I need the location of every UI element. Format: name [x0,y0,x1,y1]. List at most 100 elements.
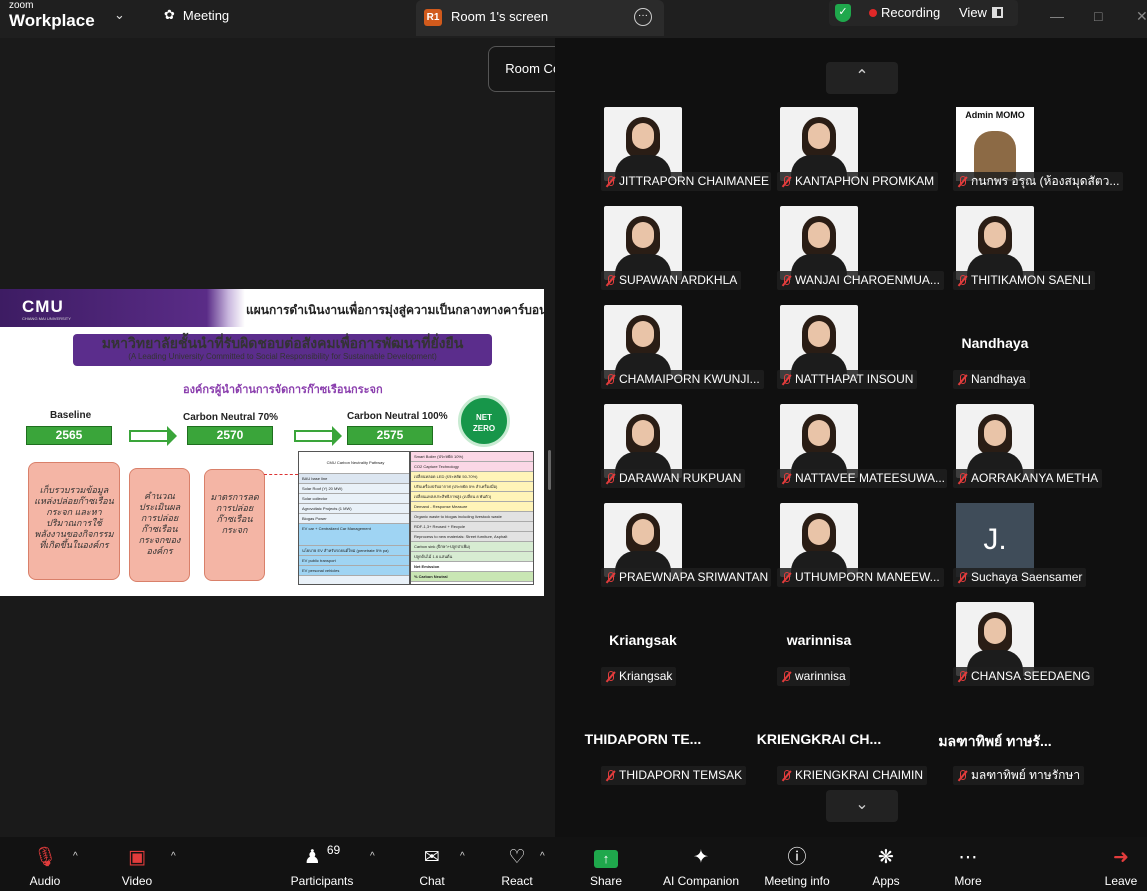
participant-name: AORRAKANYA METHA [971,471,1099,485]
participant-tile[interactable]: JITTRAPORN CHAIMANEE [556,105,771,201]
stage-year: 2570 [187,426,273,445]
react-button[interactable]: ♡ React [497,837,537,891]
participant-tile[interactable]: SUPAWAN ARDKHLA [556,204,742,300]
connector-line [264,474,298,475]
maximize-icon[interactable]: □ [1094,8,1102,24]
participant-tile[interactable]: KANTAPHON PROMKAM [732,105,939,201]
participant-tile[interactable]: warinnisa warinnisa [732,600,906,696]
participant-display-name: Kriangsak [609,632,677,648]
participant-video [956,206,1034,280]
split-resize-handle[interactable] [548,450,551,490]
name-tag: KRIENGKRAI CHAIMIN [777,766,928,785]
net-zero-line1: NET [476,413,492,422]
table-cell: Solar collector [299,494,409,504]
leave-button[interactable]: ➜ Leave [1101,837,1141,891]
microphone-muted-icon [957,373,967,386]
shield-icon[interactable]: ✓ [835,4,851,22]
head-shape [632,519,654,545]
participant-tile[interactable]: WANJAI CHAROENMUA... [732,204,944,300]
video-label: Video [121,874,153,888]
share-screen-icon: ↑ [585,837,627,869]
view-layout-icon[interactable] [992,7,1003,18]
microphone-muted-icon [605,472,615,485]
room-screen-tab[interactable]: R1 Room 1's screen ··· [416,0,664,36]
chevron-up-icon[interactable]: ^ [370,851,375,862]
participant-tile[interactable]: Admin MOMO กนกพร อรุณ (ห้องสมุดสัตว... [908,105,1123,201]
meeting-info-button[interactable]: ⓘ Meeting info [760,837,834,891]
close-icon[interactable]: ✕ [1136,8,1147,25]
participants-button[interactable]: ♟ 69 Participants [285,837,359,891]
microphone-muted-icon [605,274,615,287]
participant-name: กนกพร อรุณ (ห้องสมุดสัตว... [971,174,1120,188]
microphone-muted-icon [781,769,791,782]
participant-tile[interactable]: AORRAKANYA METHA [908,402,1103,498]
recording-label[interactable]: Recording [881,5,940,20]
head-shape [808,519,830,545]
participant-tile[interactable]: Nandhaya Nandhaya [908,303,1082,399]
participant-tile[interactable]: KRIENGKRAI CH... KRIENGKRAI CHAIMIN [732,699,928,795]
chevron-up-icon[interactable]: ^ [171,851,176,862]
participant-video [956,602,1034,676]
apps-button[interactable]: ❋ Apps [866,837,906,891]
participant-tile[interactable]: CHANSA SEEDAENG [908,600,1095,696]
microphone-muted-icon [781,571,791,584]
chat-button[interactable]: ✉ Chat [412,837,452,891]
table-cell: Solar Roof (Y) 20 MW) [299,484,409,494]
participant-tile[interactable]: CHAMAIPORN KWUNJI... [556,303,764,399]
participant-video [604,404,682,478]
chevron-up-icon[interactable]: ^ [460,851,465,862]
slide-heading: แผนการดำเนินงานเพื่อการมุ่งสู่ความเป็นกล… [246,303,544,317]
participant-name: Nandhaya [971,372,1026,386]
title-bar: zoom Workplace ⌄ ✿ Meeting R1 Room 1's sc… [0,0,1147,38]
participant-tile[interactable]: NATTHAPAT INSOUN [732,303,918,399]
ai-companion-button[interactable]: ✦ AI Companion [660,837,742,891]
react-label: React [501,874,533,888]
more-options-icon[interactable]: ··· [634,8,652,26]
name-tag: THITIKAMON SAENLI [953,271,1096,290]
participant-video [604,305,682,379]
video-button[interactable]: ▣ Video [114,837,160,891]
participant-display-name: มลฑาทิพย์ ทาษรั... [938,733,1052,749]
name-tag: warinnisa [777,667,850,686]
chevron-up-icon[interactable]: ^ [540,851,545,862]
table-cell: % Carbon Neutral [411,572,533,582]
participant-tile[interactable]: UTHUMPORN MANEEW... [732,501,944,597]
banner-thai: มหาวิทยาลัยชั้นนำที่รับผิดชอบต่อสังคมเพื… [101,335,464,351]
chevron-up-icon[interactable]: ^ [73,851,78,862]
share-button[interactable]: ↑ Share [585,837,627,891]
chevron-down-icon[interactable]: ⌄ [114,7,125,23]
table-cell: นโยบาย EV สำหรับรถยนต์ใหม่ (penetrate 5%… [299,546,409,556]
participant-tile[interactable]: Kriangsak Kriangsak [556,600,730,696]
microphone-muted-icon [957,670,967,683]
participant-name: NATTHAPAT INSOUN [795,372,914,386]
microphone-muted-icon [605,769,615,782]
meeting-tab[interactable]: ✿ Meeting [164,7,229,23]
head-shape [632,222,654,248]
participant-tile[interactable]: J. Suchaya Saensamer [908,501,1087,597]
participant-tile[interactable]: PRAEWNAPA SRIWANTAN [556,501,771,597]
leave-icon: ➜ [1113,847,1129,868]
card-title: Admin MOMO [965,110,1025,120]
participant-tile[interactable]: THITIKAMON SAENLI [908,204,1096,300]
participant-tile[interactable]: DARAWAN RUKPUAN [556,402,746,498]
pathway-table-right: Smart Boiler (ประหยัด 10%) CO2 Capture T… [410,451,534,585]
participant-tile[interactable]: NATTAVEE MATEESUWA... [732,402,947,498]
view-button[interactable]: View [959,5,987,20]
audio-button[interactable]: 🎙 Audio [22,837,68,891]
microphone-muted-icon [605,175,615,188]
video-off-icon: ▣ [128,847,146,868]
participant-tile[interactable]: THIDAPORN TE... THIDAPORN TEMSAK [556,699,747,795]
participant-video [780,305,858,379]
scroll-up-button[interactable]: ⌃ [826,62,898,94]
minimize-icon[interactable]: — [1050,8,1064,24]
participant-tile[interactable]: มลฑาทิพย์ ทาษรั... มลฑาทิพย์ ทาษรักษา [908,699,1085,795]
more-button[interactable]: ⋯ More [948,837,988,891]
participant-video [956,404,1034,478]
microphone-muted-icon [781,472,791,485]
name-tag: กนกพร อรุณ (ห้องสมุดสัตว... [953,172,1123,191]
stage-label: Carbon Neutral 70% [183,412,279,423]
org-line: องค์กรผู้นำด้านการจัดการก๊าซเรือนกระจก [183,384,383,396]
net-zero-badge: NET ZERO [458,395,510,447]
participant-name: THITIKAMON SAENLI [971,273,1092,287]
name-tag: NATTHAPAT INSOUN [777,370,918,389]
